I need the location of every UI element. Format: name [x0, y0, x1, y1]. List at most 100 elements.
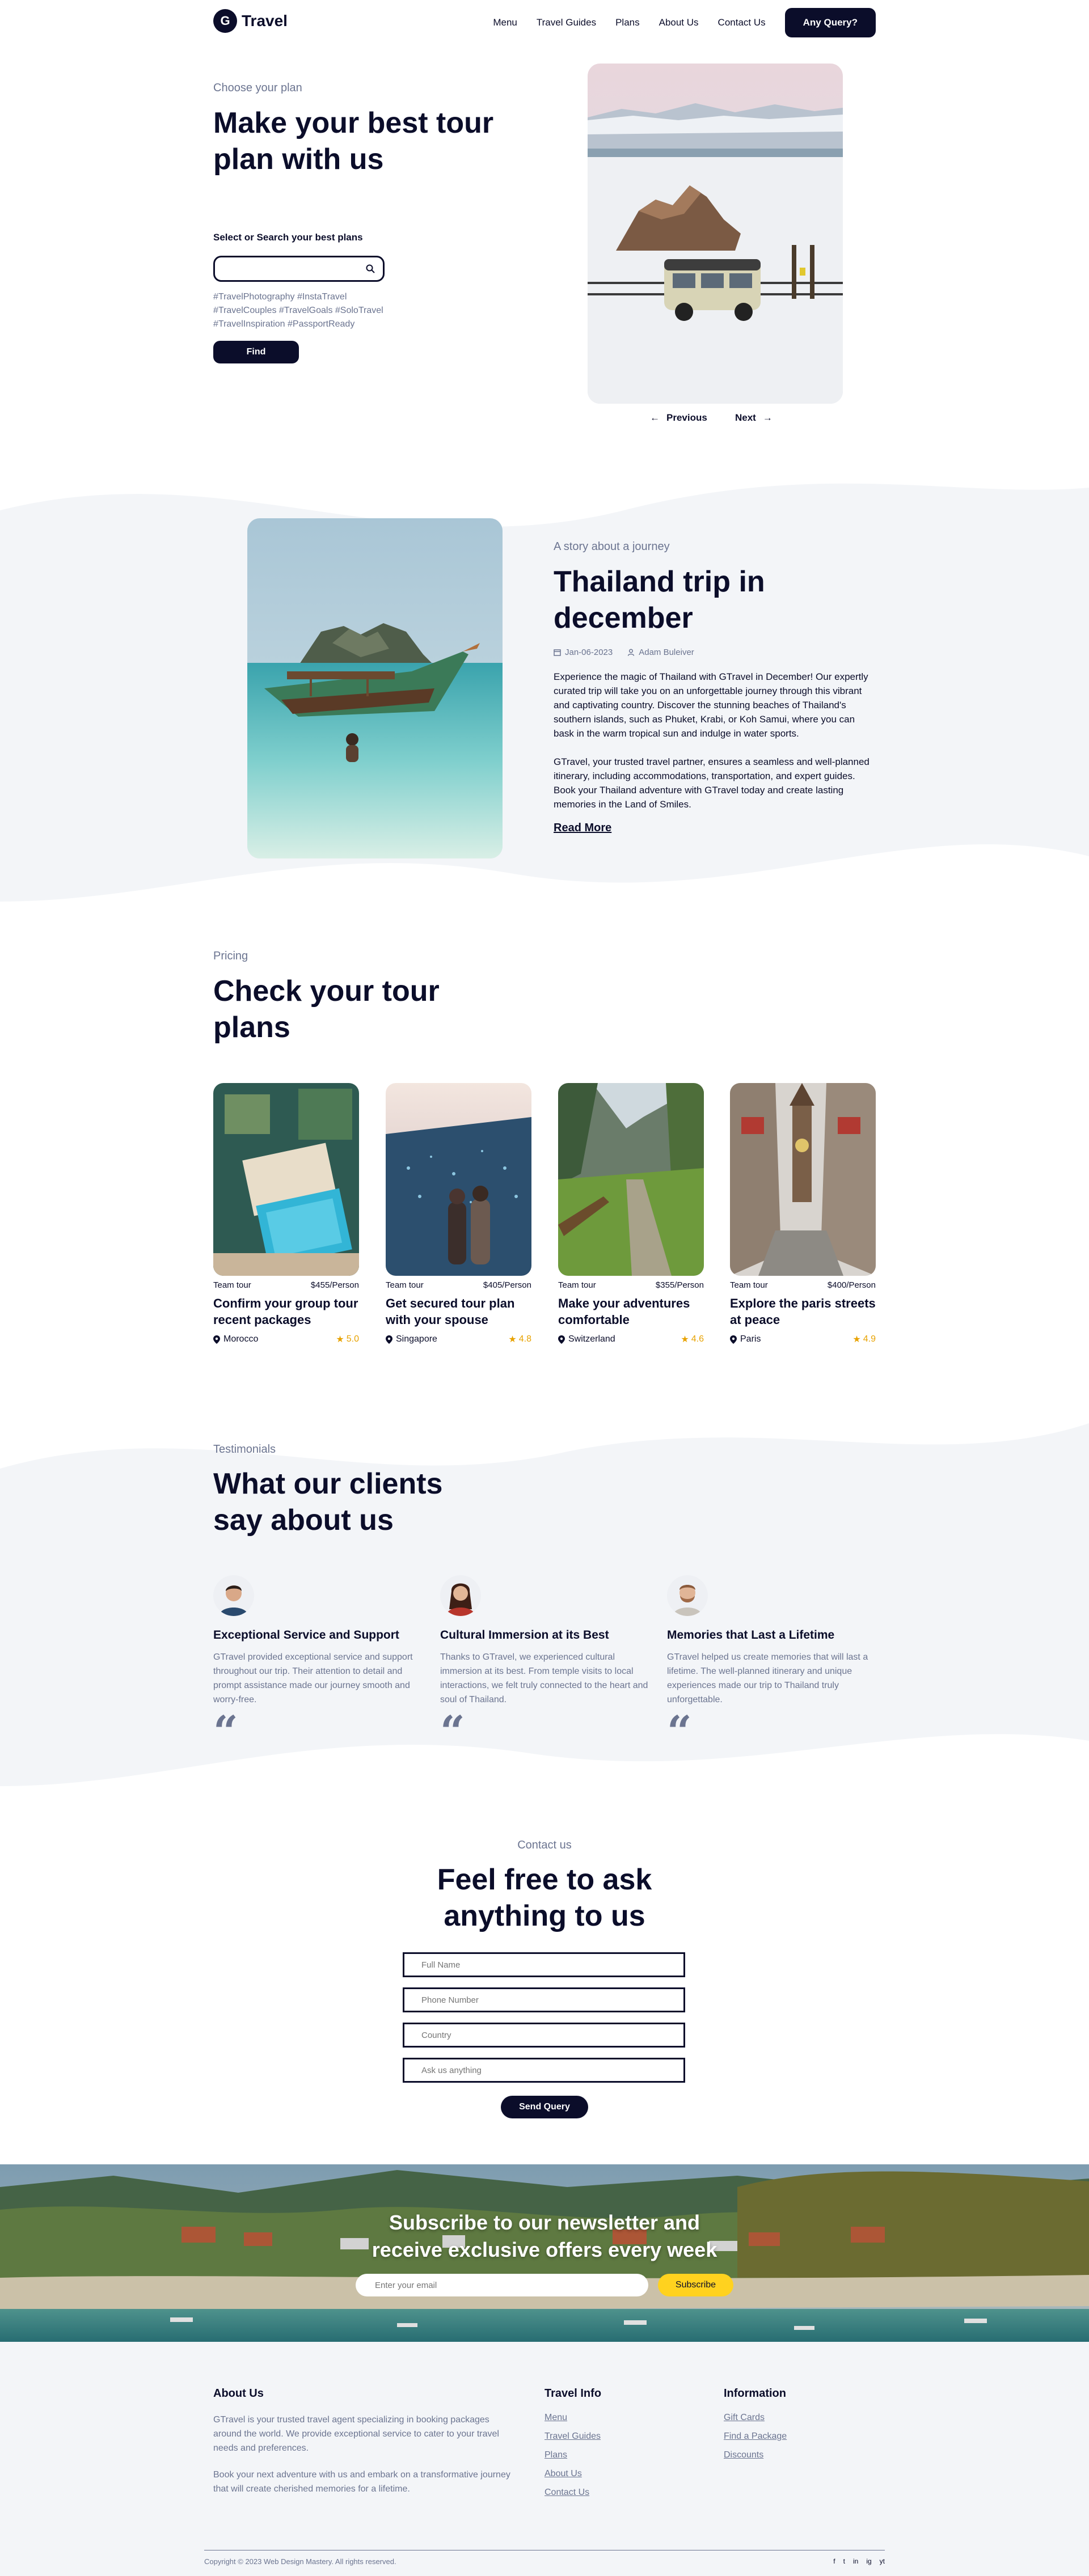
- instagram-icon[interactable]: ig: [866, 2557, 871, 2566]
- logo-badge: G: [213, 9, 237, 33]
- send-query-button[interactable]: Send Query: [501, 2096, 588, 2118]
- testimonial-title: Exceptional Service and Support: [213, 1628, 399, 1642]
- quote-icon: “: [667, 1706, 692, 1757]
- tour-card-switzerland[interactable]: Team tour $355/Person Make your adventure…: [558, 1083, 704, 1345]
- previous-label: Previous: [666, 412, 707, 423]
- any-query-button[interactable]: Any Query?: [784, 8, 876, 37]
- search-input[interactable]: [221, 261, 357, 277]
- location-pin-icon: [730, 1335, 737, 1344]
- country-input[interactable]: [404, 2024, 683, 2046]
- footer-about-p2: Book your next adventure with us and emb…: [213, 2470, 510, 2494]
- star-icon: ★: [852, 1335, 861, 1344]
- card-price: $355/Person: [655, 1280, 704, 1290]
- subscribe-button[interactable]: Subscribe: [658, 2274, 733, 2296]
- testimonial-title: Memories that Last a Lifetime: [667, 1628, 835, 1642]
- card-type: Team tour: [558, 1280, 596, 1290]
- facebook-icon[interactable]: f: [833, 2557, 835, 2566]
- footer-link-menu[interactable]: Menu: [544, 2408, 601, 2427]
- avatar: [440, 1575, 481, 1616]
- footer-info-title: Information: [724, 2387, 786, 2400]
- user-icon: [627, 649, 635, 656]
- card-rating-value: 5.0: [346, 1334, 359, 1344]
- singapore-couple-image: [386, 1083, 531, 1276]
- quote-icon: “: [440, 1706, 465, 1757]
- footer-link-travel-guides[interactable]: Travel Guides: [544, 2427, 601, 2446]
- card-location: Paris: [730, 1334, 761, 1344]
- hashtags: #TravelPhotography #InstaTravel #TravelC…: [213, 292, 383, 329]
- message-field: [403, 2058, 685, 2083]
- footer-information: Information Gift Cards Find a Package Di…: [724, 2387, 787, 2464]
- newsletter-email-input[interactable]: [356, 2274, 648, 2296]
- story-eyebrow: A story about a journey: [554, 540, 670, 553]
- previous-button[interactable]: ← Previous: [650, 412, 707, 424]
- logo[interactable]: G Travel: [213, 9, 288, 33]
- card-location: Morocco: [213, 1334, 258, 1344]
- story-author-text: Adam Buleiver: [639, 648, 694, 657]
- card-price: $455/Person: [310, 1280, 359, 1290]
- pricing-title: Check your tour plans: [213, 975, 440, 1044]
- social-links: f t in ig yt: [833, 2557, 885, 2566]
- tour-card-morocco[interactable]: Team tour $455/Person Confirm your group …: [213, 1083, 359, 1345]
- hero-eyebrow: Choose your plan: [213, 82, 302, 94]
- twitter-icon[interactable]: t: [843, 2557, 845, 2566]
- footer-link-discounts[interactable]: Discounts: [724, 2446, 787, 2464]
- message-input[interactable]: [404, 2059, 683, 2081]
- footer-link-gift-cards[interactable]: Gift Cards: [724, 2408, 787, 2427]
- footer-link-find-package[interactable]: Find a Package: [724, 2427, 787, 2446]
- card-location-text: Switzerland: [568, 1334, 615, 1344]
- phone-number-input[interactable]: [404, 1989, 683, 2011]
- hero-title: Make your best tour plan with us: [213, 107, 494, 176]
- search-icon[interactable]: [366, 264, 375, 273]
- story-author[interactable]: Adam Buleiver: [627, 648, 694, 657]
- testimonial-card: Exceptional Service and Support GTravel …: [213, 1575, 423, 1757]
- footer-about-p1: GTravel is your trusted travel agent spe…: [213, 2415, 499, 2453]
- full-name-input[interactable]: [404, 1954, 683, 1976]
- thailand-boat-image: [247, 518, 503, 858]
- nav-plans[interactable]: Plans: [615, 17, 640, 28]
- footer-travel-title: Travel Info: [544, 2387, 602, 2400]
- card-rating-value: 4.6: [691, 1334, 704, 1344]
- card-title: Make your adventures comfortable: [558, 1296, 690, 1327]
- nav-contact-us[interactable]: Contact Us: [718, 17, 766, 28]
- contact-eyebrow: Contact us: [517, 1839, 572, 1851]
- story-meta: Jan-06-2023 Adam Buleiver: [554, 648, 694, 657]
- card-rating: ★ 4.6: [681, 1334, 704, 1345]
- card-price: $400/Person: [827, 1280, 876, 1290]
- footer-link-contact-us[interactable]: Contact Us: [544, 2483, 601, 2502]
- tour-card-singapore[interactable]: Team tour $405/Person Get secured tour pl…: [386, 1083, 531, 1345]
- story-paragraph-2: GTravel, your trusted travel partner, en…: [554, 756, 869, 810]
- card-rating-value: 4.8: [518, 1334, 531, 1344]
- nav-about-us[interactable]: About Us: [659, 17, 699, 28]
- card-title: Get secured tour plan with your spouse: [386, 1296, 515, 1327]
- logo-text: Travel: [242, 12, 288, 29]
- paris-street-image: [730, 1083, 876, 1276]
- footer-link-plans[interactable]: Plans: [544, 2446, 601, 2464]
- card-title: Explore the paris streets at peace: [730, 1296, 876, 1327]
- nav-menu[interactable]: Menu: [493, 17, 517, 28]
- footer-link-about-us[interactable]: About Us: [544, 2464, 601, 2483]
- quote-icon: “: [213, 1706, 238, 1757]
- tour-card-paris[interactable]: Team tour $400/Person Explore the paris s…: [730, 1083, 876, 1345]
- story-title: Thailand trip in december: [554, 565, 765, 635]
- avatar: [213, 1575, 254, 1616]
- search-box: [213, 256, 385, 282]
- linkedin-icon[interactable]: in: [853, 2557, 858, 2566]
- find-button[interactable]: Find: [213, 341, 299, 363]
- next-button[interactable]: Next →: [735, 412, 773, 424]
- testimonial-text: Thanks to GTravel, we experienced cultur…: [440, 1652, 648, 1704]
- read-more-link[interactable]: Read More: [554, 822, 611, 835]
- star-icon: ★: [681, 1335, 689, 1344]
- newsletter-title: Subscribe to our newsletter and receive …: [0, 2209, 1089, 2264]
- arrow-left-icon: ←: [650, 412, 660, 423]
- testimonial-text: GTravel helped us create memories that w…: [667, 1652, 868, 1704]
- avatar: [667, 1575, 708, 1616]
- star-icon: ★: [508, 1335, 517, 1344]
- nav-travel-guides[interactable]: Travel Guides: [537, 17, 596, 28]
- youtube-icon[interactable]: yt: [880, 2557, 885, 2566]
- country-field: [403, 2023, 685, 2048]
- testimonial-title: Cultural Immersion at its Best: [440, 1628, 609, 1642]
- testimonial-text: GTravel provided exceptional service and…: [213, 1652, 413, 1704]
- testimonial-card: Cultural Immersion at its Best Thanks to…: [440, 1575, 650, 1757]
- footer-bottom-bar: Copyright © 2023 Web Design Mastery. All…: [204, 2550, 885, 2566]
- card-type: Team tour: [386, 1280, 424, 1290]
